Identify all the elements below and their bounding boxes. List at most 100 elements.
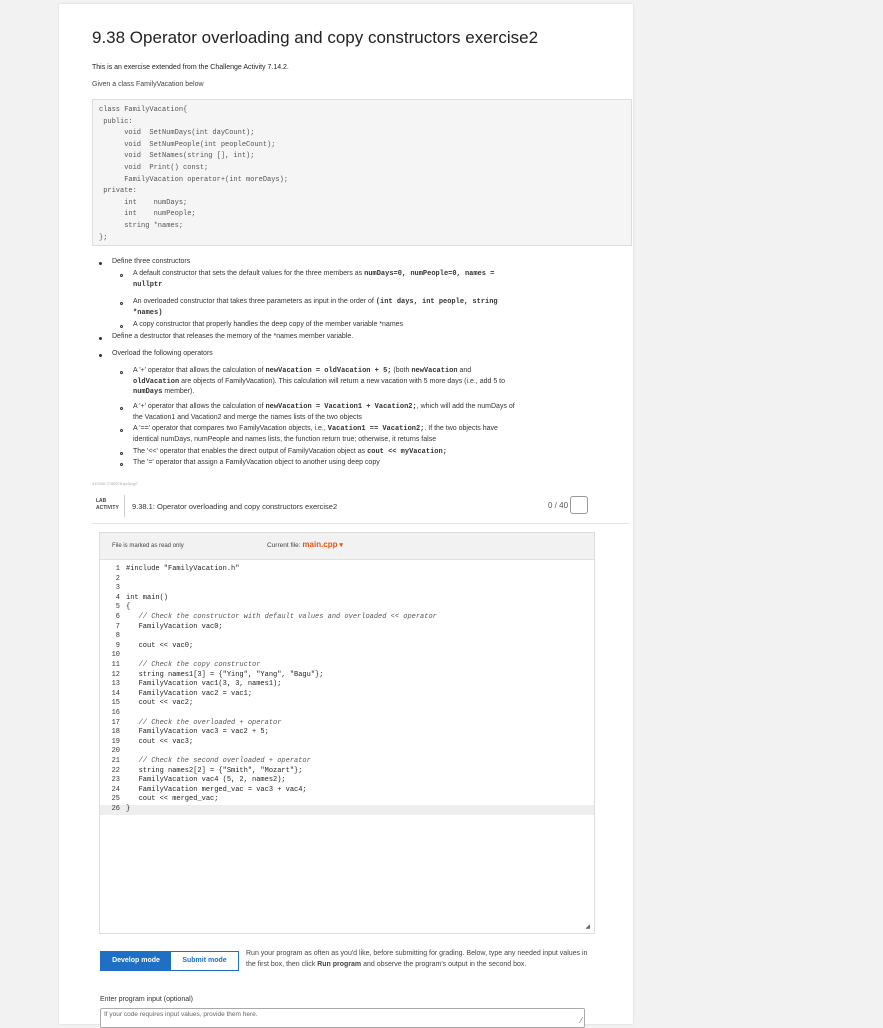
instruction-item: The '<<' operator that enables the direc… — [133, 448, 447, 456]
code-line[interactable]: 15 cout << vac2; — [100, 699, 594, 709]
line-number: 25 — [111, 795, 120, 804]
bullet-icon — [99, 354, 102, 357]
code-text: string names1[3] = {"Ying", "Yang", "Bag… — [126, 670, 324, 679]
program-input-placeholder: If your code requires input values, prov… — [104, 1011, 258, 1018]
code-line[interactable]: 12 string names1[3] = {"Ying", "Yang", "… — [100, 671, 594, 681]
class-code-line: int numPeople; — [99, 210, 196, 219]
bullet-icon — [120, 302, 123, 305]
lab-activity-header: LAB ACTIVITY 9.38.1: Operator overloadin… — [92, 493, 630, 524]
code-line[interactable]: 13 FamilyVacation vac1(3, 3, names1); — [100, 680, 594, 690]
current-file-name[interactable]: main.cpp — [302, 540, 337, 549]
chevron-down-icon[interactable]: ▾ — [339, 542, 343, 549]
instruction-item: A copy constructor that properly handles… — [133, 321, 404, 328]
line-number: 3 — [115, 584, 120, 593]
code-text: FamilyVacation vac0; — [126, 622, 223, 631]
code-text: FamilyVacation vac4 (5, 2, names2); — [126, 776, 286, 785]
activity-id-label: 410336.2780976.qx3zqy7 — [92, 481, 139, 486]
code-line[interactable]: 11 // Check the copy constructor — [100, 661, 594, 671]
resize-handle-icon[interactable]: ◢ — [585, 923, 590, 930]
line-number: 24 — [111, 785, 120, 794]
line-number: 22 — [111, 766, 120, 775]
code-line[interactable]: 18 FamilyVacation vac3 = vac2 + 5; — [100, 728, 594, 738]
line-number: 21 — [111, 757, 120, 765]
code-line[interactable]: 10 — [100, 651, 594, 661]
instruction-item: An overloaded constructor that takes thr… — [133, 298, 498, 317]
bullet-icon — [120, 429, 123, 432]
line-number: 11 — [111, 661, 120, 669]
code-text: // Check the overloaded + operator — [126, 718, 282, 727]
code-text: cout << vac2; — [126, 699, 194, 708]
code-line[interactable]: 2 — [100, 575, 594, 585]
bullet-icon — [99, 262, 102, 265]
bullet-icon — [120, 407, 123, 410]
code-text: { — [126, 603, 131, 612]
class-code-line: private: — [99, 187, 137, 196]
line-number: 17 — [111, 718, 120, 727]
program-input-field[interactable]: If your code requires input values, prov… — [100, 1008, 585, 1028]
program-input-label: Enter program input (optional) — [100, 996, 193, 1003]
content-card: 9.38 Operator overloading and copy const… — [59, 4, 633, 1028]
line-number: 12 — [111, 670, 120, 679]
line-number: 5 — [115, 603, 120, 612]
line-number: 14 — [111, 689, 120, 698]
line-number: 10 — [111, 651, 120, 660]
instruction-item: A default constructor that sets the defa… — [133, 270, 495, 289]
code-text: } — [126, 805, 131, 813]
line-number: 8 — [115, 632, 120, 641]
code-text: FamilyVacation merged_vac = vac3 + vac4; — [126, 785, 307, 794]
code-line[interactable]: 5{ — [100, 603, 594, 613]
instruction-item: Overload the following operators — [112, 350, 213, 357]
code-line[interactable]: 7 FamilyVacation vac0; — [100, 623, 594, 633]
code-line[interactable]: 17 // Check the overloaded + operator — [100, 719, 594, 729]
code-line[interactable]: 16 — [100, 709, 594, 719]
read-only-notice: File is marked as read only — [112, 543, 184, 549]
current-file-selector[interactable]: Current file: main.cpp ▾ — [267, 540, 343, 549]
class-code-line: public: — [99, 117, 133, 126]
code-line[interactable]: 24 FamilyVacation merged_vac = vac3 + va… — [100, 786, 594, 796]
code-line[interactable]: 4 int main() — [100, 594, 594, 604]
completion-checkbox — [570, 496, 588, 514]
intro-text: This is an exercise extended from the Ch… — [92, 64, 289, 71]
class-code-line: void Print() const; — [99, 164, 209, 172]
line-number: 13 — [111, 680, 120, 689]
code-line[interactable]: 8 — [100, 632, 594, 642]
code-text: // Check the second overloaded + operato… — [126, 757, 311, 765]
code-text: cout << vac3; — [126, 737, 194, 746]
code-text: // Check the copy constructor — [126, 661, 261, 669]
code-line[interactable]: 3 — [100, 584, 594, 594]
code-line[interactable]: 22 string names2[2] = {"Smith", "Mozart"… — [100, 767, 594, 777]
line-number: 6 — [115, 613, 120, 621]
code-line[interactable]: 9 cout << vac0; — [100, 642, 594, 652]
code-text: cout << merged_vac; — [126, 795, 219, 804]
code-line[interactable]: 20 — [100, 747, 594, 757]
code-line[interactable]: 26} — [100, 805, 594, 815]
line-number: 19 — [111, 737, 120, 746]
code-line[interactable]: 1 #include "FamilyVacation.h" — [100, 565, 594, 575]
code-text: FamilyVacation vac3 = vac2 + 5; — [126, 728, 269, 737]
code-text: FamilyVacation vac1(3, 3, names1); — [126, 680, 282, 689]
class-code-line: void SetNumDays(int dayCount); — [99, 129, 255, 138]
code-text: // Check the constructor with default va… — [126, 613, 437, 621]
line-number: 16 — [111, 709, 120, 717]
code-text: #include "FamilyVacation.h" — [126, 565, 240, 573]
class-code-line: void SetNumPeople(int peopleCount); — [99, 140, 276, 149]
code-line[interactable]: 19 cout << vac3; — [100, 738, 594, 748]
instruction-item: A '+' operator that allows the calculati… — [133, 367, 505, 396]
develop-mode-button[interactable]: Develop mode — [100, 951, 172, 971]
code-line[interactable]: 14 FamilyVacation vac2 = vac1; — [100, 690, 594, 700]
line-number: 1 — [115, 565, 120, 573]
lab-badge: LAB ACTIVITY — [96, 498, 119, 511]
line-number: 4 — [115, 593, 120, 602]
code-line[interactable]: 6 // Check the constructor with default … — [100, 613, 594, 623]
code-editor[interactable]: File is marked as read only Current file… — [99, 532, 595, 934]
code-line[interactable]: 21 // Check the second overloaded + oper… — [100, 757, 594, 767]
code-line[interactable]: 23 FamilyVacation vac4 (5, 2, names2); — [100, 776, 594, 786]
line-number: 7 — [115, 622, 120, 631]
code-text: string names2[2] = {"Smith", "Mozart"}; — [126, 766, 303, 775]
instruction-item: Define three constructors — [112, 258, 191, 265]
code-line[interactable]: 25 cout << merged_vac; — [100, 795, 594, 805]
code-text: cout << vac0; — [126, 641, 194, 650]
lab-score: 0 / 40 — [548, 501, 569, 510]
instruction-item: A '+' operator that allows the calculati… — [133, 403, 515, 421]
submit-mode-button[interactable]: Submit mode — [170, 951, 239, 971]
